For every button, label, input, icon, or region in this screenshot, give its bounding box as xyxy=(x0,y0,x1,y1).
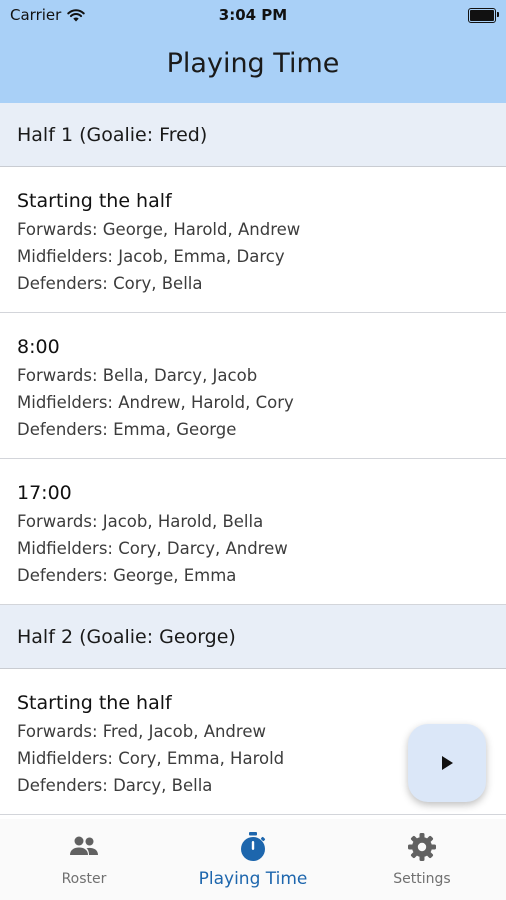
entry-time: Starting the half xyxy=(17,190,172,212)
gear-icon xyxy=(408,833,436,861)
list-item[interactable]: 17:00 Forwards: Jacob, Harold, Bella Mid… xyxy=(0,459,506,605)
entry-defenders: Defenders: Cory, Bella xyxy=(17,274,203,293)
status-bar: Carrier 3:04 PM xyxy=(0,0,506,30)
tab-roster-label: Roster xyxy=(61,871,107,887)
entry-midfielders: Midfielders: Cory, Darcy, Andrew xyxy=(17,539,288,558)
entry-forwards: Forwards: George, Harold, Andrew xyxy=(17,220,301,239)
half-header: Half 1 (Goalie: Fred) xyxy=(0,103,506,167)
app-header: Carrier 3:04 PM Playing Time xyxy=(0,0,506,103)
tab-roster[interactable]: Roster xyxy=(0,831,168,887)
entry-defenders: Defenders: Emma, George xyxy=(17,420,237,439)
entry-forwards: Forwards: Bella, Darcy, Jacob xyxy=(17,366,258,385)
stopwatch-icon xyxy=(241,832,266,861)
entry-time: 8:00 xyxy=(17,336,60,358)
entry-time: 17:00 xyxy=(17,482,72,504)
tab-playing-time-label: Playing Time xyxy=(198,869,308,889)
tab-bar: Roster Playing Time Settings xyxy=(0,819,506,900)
play-icon xyxy=(442,756,453,770)
entry-forwards: Forwards: Jacob, Harold, Bella xyxy=(17,512,264,531)
page-title: Playing Time xyxy=(166,48,340,79)
list-item[interactable]: Starting the half Forwards: George, Haro… xyxy=(0,167,506,313)
tab-settings-label: Settings xyxy=(393,871,451,887)
status-time: 3:04 PM xyxy=(218,6,288,24)
battery-icon xyxy=(468,8,499,23)
playing-time-list[interactable]: Half 1 (Goalie: Fred) Starting the half … xyxy=(0,103,506,819)
tab-playing-time[interactable]: Playing Time xyxy=(169,831,337,889)
entry-time: Starting the half xyxy=(17,692,172,714)
people-icon xyxy=(70,836,98,855)
half-header: Half 2 (Goalie: George) xyxy=(0,605,506,669)
play-button[interactable] xyxy=(408,724,486,802)
entry-midfielders: Midfielders: Andrew, Harold, Cory xyxy=(17,393,294,412)
entry-midfielders: Midfielders: Jacob, Emma, Darcy xyxy=(17,247,285,266)
entry-defenders: Defenders: George, Emma xyxy=(17,566,237,585)
list-item[interactable]: 8:00 Forwards: Bella, Darcy, Jacob Midfi… xyxy=(0,313,506,459)
tab-settings[interactable]: Settings xyxy=(338,831,506,887)
